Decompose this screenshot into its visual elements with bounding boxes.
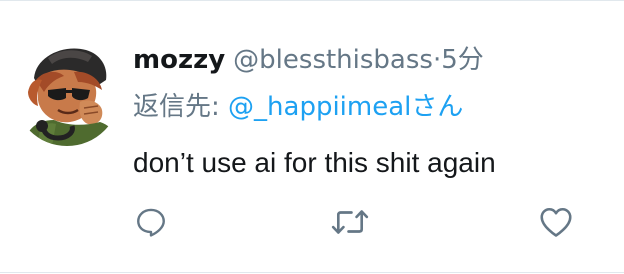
separator-dot: ·	[432, 45, 442, 75]
display-name[interactable]: mozzy	[133, 45, 225, 75]
reply-suffix: さん	[411, 92, 464, 122]
retweet-button[interactable]	[330, 204, 370, 240]
reply-to-link[interactable]: @_happiimeal	[228, 92, 411, 122]
user-handle[interactable]: @blessthisbass	[233, 45, 433, 75]
like-button[interactable]	[536, 204, 576, 240]
tweet-header: mozzy @blessthisbass·5分	[133, 43, 484, 77]
avatar[interactable]	[14, 40, 120, 146]
avatar-illustration	[14, 40, 120, 146]
reply-prefix: 返信先:	[133, 92, 220, 122]
timestamp[interactable]: 5分	[441, 45, 484, 75]
top-divider	[0, 0, 624, 1]
reply-context: 返信先: @_happiimealさん	[133, 90, 463, 124]
tweet-text: don’t use ai for this shit again	[133, 147, 496, 178]
reply-button[interactable]	[131, 204, 171, 240]
bottom-divider	[0, 272, 624, 273]
heart-icon	[540, 207, 572, 237]
reply-icon	[137, 208, 165, 237]
retweet-icon	[331, 210, 369, 234]
